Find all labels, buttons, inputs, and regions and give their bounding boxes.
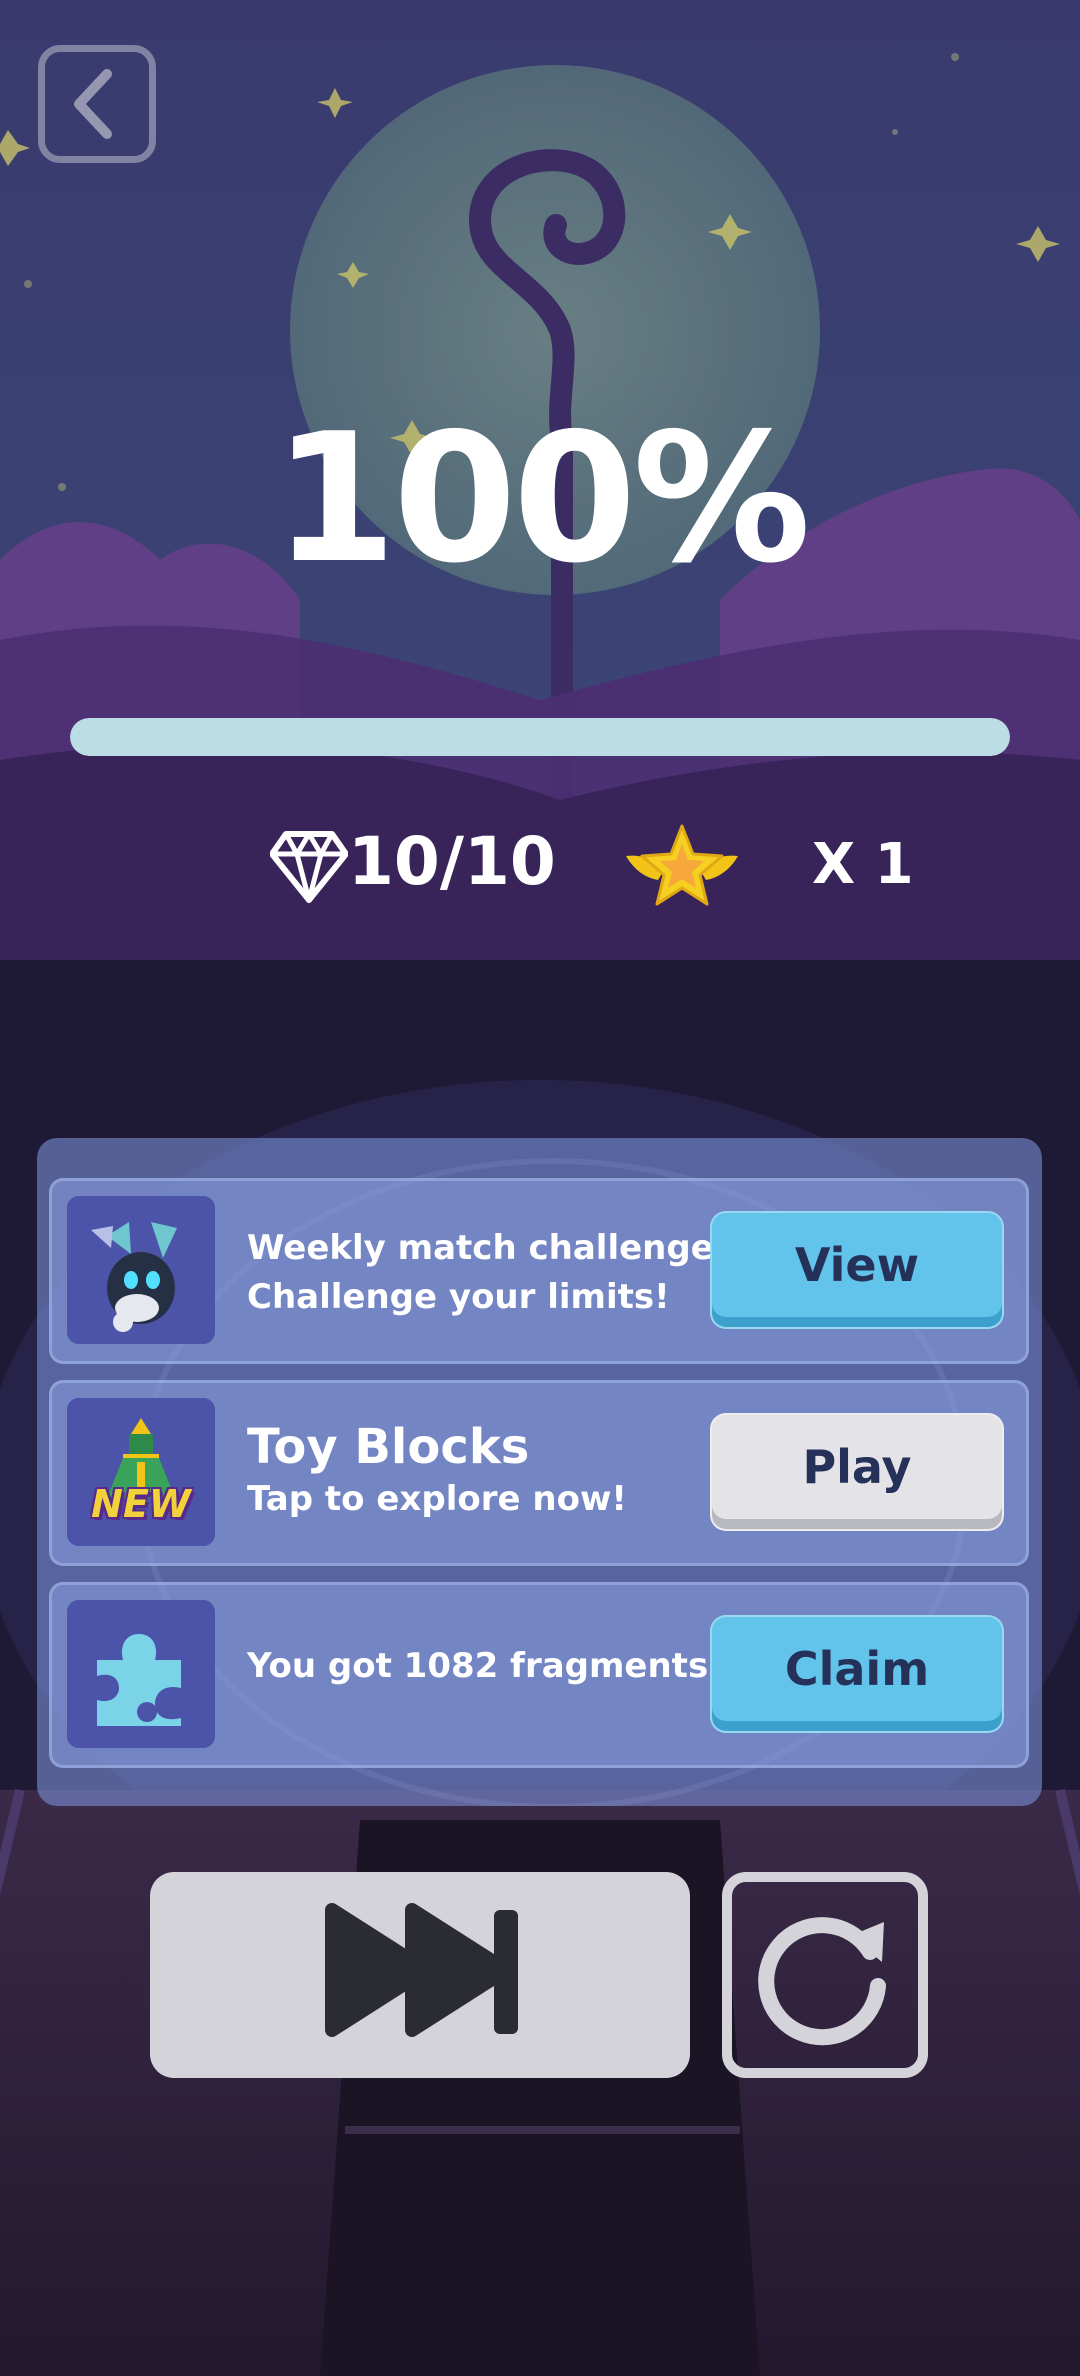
- play-button[interactable]: Play: [710, 1413, 1004, 1531]
- weekly-challenge-subtitle: Challenge your limits!: [247, 1277, 670, 1317]
- diamond-icon: [270, 831, 348, 903]
- list-item-weekly-challenge: Weekly match challenge Challenge your li…: [49, 1178, 1029, 1364]
- claim-button[interactable]: Claim: [710, 1615, 1004, 1733]
- list-item-toy-blocks: NEW Toy Blocks Tap to explore now! Play: [49, 1380, 1029, 1566]
- game-result-screen: 100% 10/10 X 1 Weekly match challenge Ch…: [0, 0, 1080, 2376]
- progress-bar-fill: [70, 718, 1010, 756]
- back-button[interactable]: [38, 45, 156, 163]
- gem-count: 10/10: [348, 823, 556, 900]
- fragments-message: You got 1082 fragments!: [247, 1646, 724, 1686]
- weekly-challenge-title: Weekly match challenge: [247, 1228, 714, 1268]
- toy-blocks-title: Toy Blocks: [247, 1419, 530, 1475]
- progress-bar: [70, 718, 1010, 756]
- replay-button[interactable]: [722, 1872, 928, 2078]
- puzzle-piece-icon: [67, 1600, 215, 1748]
- view-button[interactable]: View: [710, 1211, 1004, 1329]
- robot-bunny-icon: [67, 1196, 215, 1344]
- result-stats: 10/10 X 1: [0, 820, 1080, 910]
- completion-percent: 100%: [273, 395, 811, 602]
- star-count: X 1: [812, 832, 914, 897]
- toy-blocks-subtitle: Tap to explore now!: [247, 1479, 627, 1519]
- skip-button[interactable]: [150, 1872, 690, 2078]
- chevron-left-icon: [74, 69, 112, 139]
- toy-rocket-new-icon: NEW: [67, 1398, 215, 1546]
- new-badge: NEW: [91, 1482, 191, 1526]
- replay-icon: [758, 1917, 886, 2046]
- skip-forward-icon: [325, 1903, 518, 2037]
- winged-star-icon: [626, 824, 738, 906]
- list-item-fragments: You got 1082 fragments! Claim: [49, 1582, 1029, 1768]
- rewards-panel: Weekly match challenge Challenge your li…: [37, 1138, 1042, 1806]
